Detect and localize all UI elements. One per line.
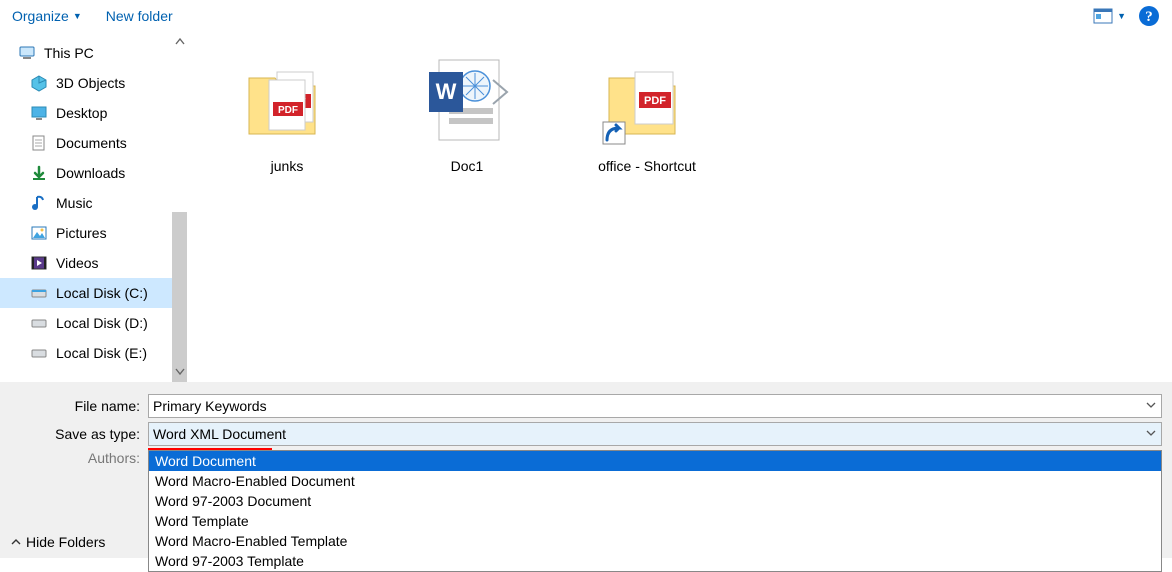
filename-label: File name: xyxy=(0,398,140,414)
filename-input[interactable]: Primary Keywords xyxy=(148,394,1162,418)
filetype-option[interactable]: Word Template xyxy=(149,511,1161,531)
svg-text:PDF: PDF xyxy=(278,105,298,116)
pictures-icon xyxy=(30,224,48,242)
tree-item-label: Music xyxy=(56,195,93,211)
new-folder-button[interactable]: New folder xyxy=(106,8,173,24)
3d-objects-icon xyxy=(30,74,48,92)
hide-folders-label: Hide Folders xyxy=(26,534,105,550)
tree-item-documents[interactable]: Documents xyxy=(0,128,187,158)
tree-item-label: Local Disk (E:) xyxy=(56,345,147,361)
folder-shortcut-icon: PDF xyxy=(597,52,697,152)
file-item-doc1[interactable]: W Doc1 xyxy=(397,52,537,174)
local-disk-c--icon xyxy=(30,284,48,302)
chevron-down-icon xyxy=(1145,426,1157,442)
downloads-icon xyxy=(30,164,48,182)
filetype-label: Save as type: xyxy=(0,426,140,442)
file-label: Doc1 xyxy=(451,158,484,174)
svg-text:?: ? xyxy=(1145,9,1153,25)
tree-item-desktop[interactable]: Desktop xyxy=(0,98,187,128)
tree-item-label: Local Disk (C:) xyxy=(56,285,148,301)
local-disk-d--icon xyxy=(30,314,48,332)
tree-item-label: Documents xyxy=(56,135,127,151)
filetype-option[interactable]: Word 97-2003 Document xyxy=(149,491,1161,511)
tree-item-label: This PC xyxy=(44,45,94,61)
file-list: PDF PDF junks W xyxy=(187,32,1172,382)
filetype-option[interactable]: Word Macro-Enabled Document xyxy=(149,471,1161,491)
filetype-option[interactable]: Word Document xyxy=(149,451,1161,471)
file-item-junks[interactable]: PDF PDF junks xyxy=(217,52,357,174)
toolbar: Organize ▼ New folder ▼ ? xyxy=(0,0,1172,32)
view-mode-button[interactable]: ▼ xyxy=(1093,8,1126,24)
tree-item-local-disk-d-[interactable]: Local Disk (D:) xyxy=(0,308,187,338)
videos-icon xyxy=(30,254,48,272)
svg-text:W: W xyxy=(436,79,457,104)
chevron-down-icon: ▼ xyxy=(1117,11,1126,21)
folder-icon: PDF PDF xyxy=(237,52,337,152)
filetype-dropdown: Word DocumentWord Macro-Enabled Document… xyxy=(148,450,1162,572)
organize-label: Organize xyxy=(12,8,69,24)
help-icon[interactable]: ? xyxy=(1138,5,1160,27)
tree-item-label: Videos xyxy=(56,255,99,271)
chevron-down-icon: ▼ xyxy=(73,11,82,21)
tree-item-videos[interactable]: Videos xyxy=(0,248,187,278)
tree-item-label: Local Disk (D:) xyxy=(56,315,148,331)
chevron-up-icon xyxy=(10,536,22,548)
music-icon xyxy=(30,194,48,212)
file-label: office - Shortcut xyxy=(598,158,696,174)
tree-item-downloads[interactable]: Downloads xyxy=(0,158,187,188)
scrollbar-thumb[interactable] xyxy=(172,212,187,382)
tree-item-label: Desktop xyxy=(56,105,107,121)
tree-item-label: Pictures xyxy=(56,225,107,241)
hide-folders-button[interactable]: Hide Folders xyxy=(10,534,105,550)
word-doc-icon: W xyxy=(417,52,517,152)
documents-icon xyxy=(30,134,48,152)
tree-item-3d-objects[interactable]: 3D Objects xyxy=(0,68,187,98)
view-icon xyxy=(1093,8,1115,24)
local-disk-e--icon xyxy=(30,344,48,362)
tree-item-this-pc[interactable]: This PC xyxy=(0,38,187,68)
scroll-up-button[interactable] xyxy=(172,32,187,52)
scroll-down-button[interactable] xyxy=(172,362,187,382)
filetype-option[interactable]: Word 97-2003 Template xyxy=(149,551,1161,571)
authors-label: Authors: xyxy=(0,450,140,466)
file-item-office-shortcut[interactable]: PDF office - Shortcut xyxy=(577,52,717,174)
tree-item-label: Downloads xyxy=(56,165,125,181)
tree-item-pictures[interactable]: Pictures xyxy=(0,218,187,248)
filetype-option[interactable]: Word Macro-Enabled Template xyxy=(149,531,1161,551)
save-form: File name: Primary Keywords Save as type… xyxy=(0,382,1172,558)
file-label: junks xyxy=(271,158,304,174)
tree-item-music[interactable]: Music xyxy=(0,188,187,218)
computer-icon xyxy=(18,44,36,62)
svg-text:PDF: PDF xyxy=(644,95,666,107)
tree-item-local-disk-c-[interactable]: Local Disk (C:) xyxy=(0,278,187,308)
chevron-down-icon xyxy=(1145,398,1157,414)
filetype-value: Word XML Document xyxy=(153,426,286,442)
tree-item-local-disk-e-[interactable]: Local Disk (E:) xyxy=(0,338,187,368)
organize-button[interactable]: Organize ▼ xyxy=(12,8,82,24)
main-area: This PC 3D Objects Desktop Documents Downlo… xyxy=(0,32,1172,382)
filename-value: Primary Keywords xyxy=(153,398,267,414)
filetype-select[interactable]: Word XML Document xyxy=(148,422,1162,446)
tree-item-label: 3D Objects xyxy=(56,75,125,91)
desktop-icon xyxy=(30,104,48,122)
navigation-sidebar: This PC 3D Objects Desktop Documents Downlo… xyxy=(0,32,187,382)
